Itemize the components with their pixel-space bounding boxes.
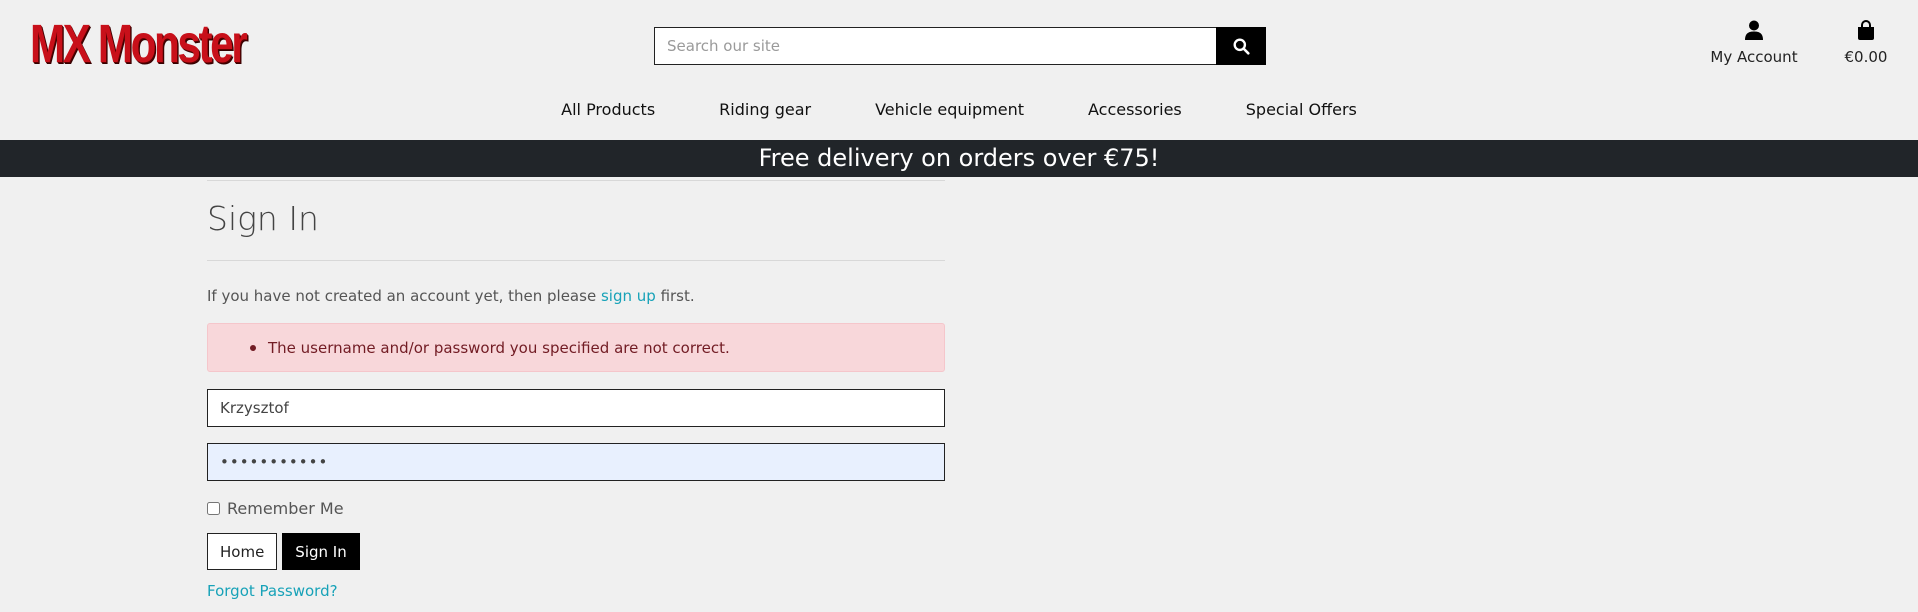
nav-vehicle-equipment[interactable]: Vehicle equipment bbox=[875, 100, 1024, 119]
notice-prefix: If you have not created an account yet, … bbox=[207, 287, 597, 305]
signin-button[interactable]: Sign In bbox=[282, 533, 360, 570]
main-nav: All Products Riding gear Vehicle equipme… bbox=[0, 100, 1918, 119]
username-field[interactable] bbox=[207, 389, 945, 427]
search-icon bbox=[1233, 38, 1250, 55]
signup-link[interactable]: sign up bbox=[601, 287, 656, 305]
page-title: Sign In bbox=[207, 199, 319, 238]
divider-top bbox=[207, 180, 945, 181]
remember-me-checkbox[interactable] bbox=[207, 502, 220, 515]
error-message: The username and/or password you specifi… bbox=[268, 338, 730, 357]
shopping-bag-icon bbox=[1858, 20, 1874, 40]
error-alert: The username and/or password you specifi… bbox=[207, 323, 945, 372]
form-actions: Home Sign In bbox=[207, 533, 945, 570]
remember-me-label: Remember Me bbox=[227, 499, 344, 518]
signin-section: Sign In If you have not created an accou… bbox=[207, 177, 945, 600]
search-input[interactable] bbox=[654, 27, 1216, 65]
divider bbox=[207, 260, 945, 261]
nav-accessories[interactable]: Accessories bbox=[1088, 100, 1182, 119]
bullet-icon bbox=[250, 344, 256, 351]
search-form bbox=[654, 27, 1266, 65]
home-button[interactable]: Home bbox=[207, 533, 278, 570]
nav-all-products[interactable]: All Products bbox=[561, 100, 655, 119]
notice-suffix: first. bbox=[660, 287, 695, 305]
forgot-password-link[interactable]: Forgot Password? bbox=[207, 582, 945, 600]
search-button[interactable] bbox=[1216, 27, 1266, 65]
user-icon bbox=[1745, 20, 1763, 40]
signup-notice: If you have not created an account yet, … bbox=[207, 287, 945, 305]
site-logo[interactable]: MX Monster bbox=[30, 16, 306, 72]
password-field[interactable] bbox=[207, 443, 945, 481]
cart-link[interactable]: €0.00 bbox=[1840, 20, 1892, 66]
promo-banner: Free delivery on orders over €75! bbox=[0, 140, 1918, 177]
cart-total: €0.00 bbox=[1844, 48, 1888, 66]
nav-special-offers[interactable]: Special Offers bbox=[1246, 100, 1357, 119]
nav-riding-gear[interactable]: Riding gear bbox=[719, 100, 811, 119]
remember-me[interactable]: Remember Me bbox=[207, 499, 945, 518]
logo-text: MX Monster bbox=[30, 14, 248, 74]
my-account-label: My Account bbox=[1710, 48, 1798, 66]
my-account-link[interactable]: My Account bbox=[1700, 20, 1808, 66]
